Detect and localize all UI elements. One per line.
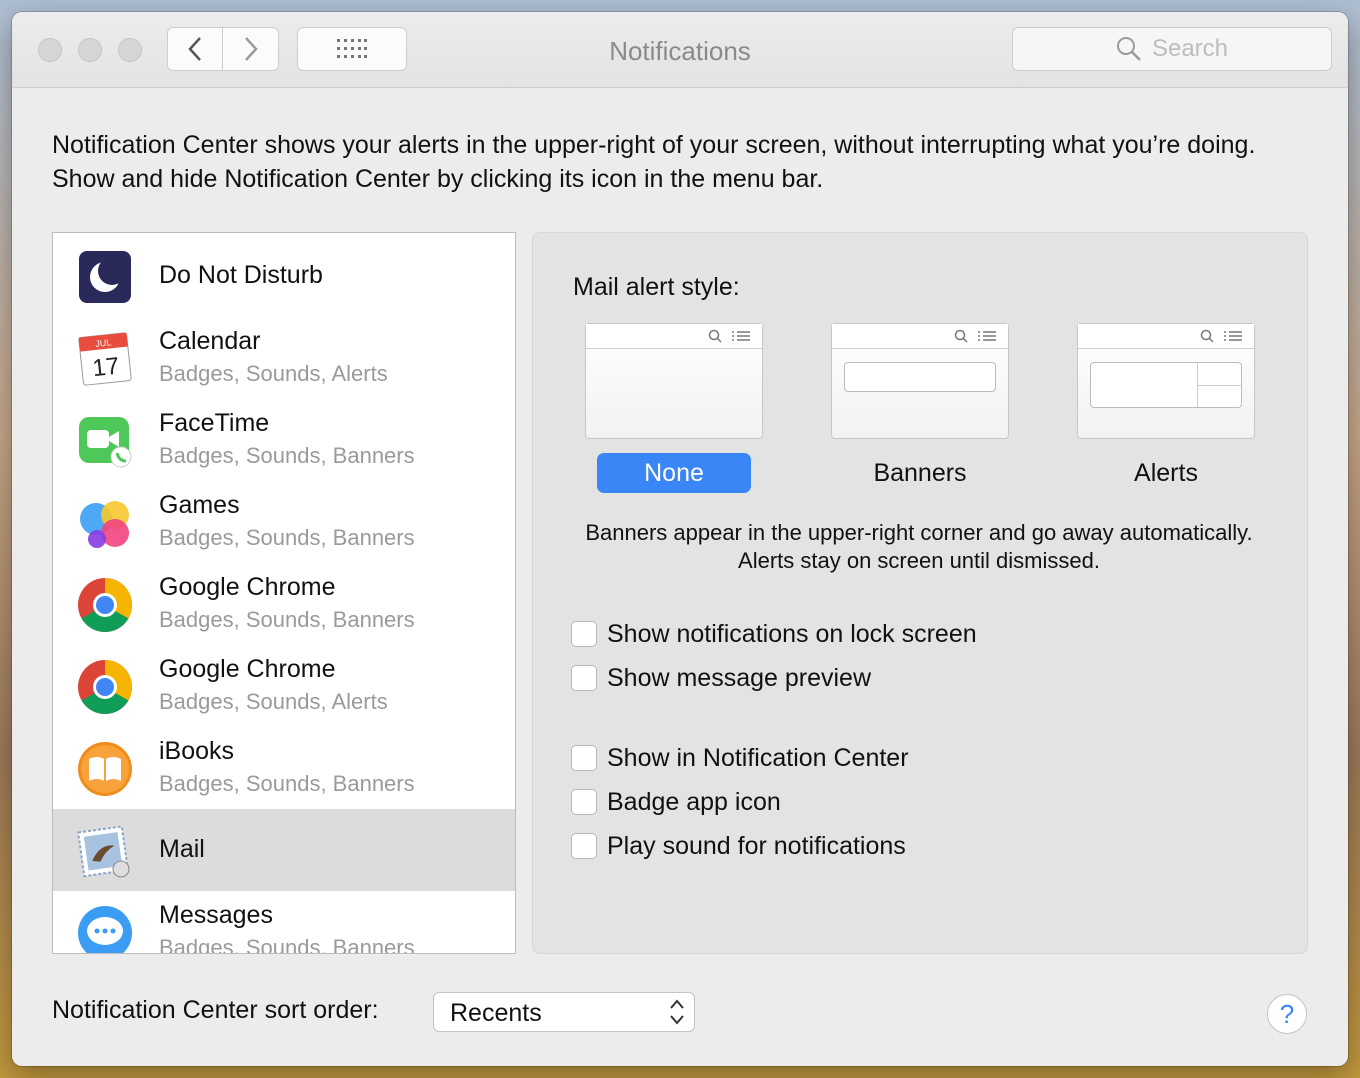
search-field[interactable]: Search: [1012, 27, 1332, 71]
list-icon: [978, 331, 996, 341]
alert-style-label: Mail alert style:: [573, 273, 740, 301]
style-option-alerts[interactable]: Alerts: [1089, 453, 1243, 493]
checkbox-box[interactable]: [571, 621, 597, 647]
list-item-calendar[interactable]: JUL 17 Calendar Badges, Sounds, Alerts: [53, 317, 515, 399]
alerts-style-preview[interactable]: [1077, 323, 1255, 439]
list-icon: [732, 331, 750, 341]
title-bar: Notifications Search: [12, 12, 1348, 88]
list-item-google-chrome[interactable]: Google Chrome Badges, Sounds, Banners: [53, 563, 515, 645]
list-item-mail[interactable]: Mail: [53, 809, 515, 891]
list-item-facetime[interactable]: FaceTime Badges, Sounds, Banners: [53, 399, 515, 481]
list-item-messages[interactable]: Messages Badges, Sounds, Banners: [53, 891, 515, 953]
sort-order-label: Notification Center sort order:: [52, 996, 379, 1024]
checkbox-box[interactable]: [571, 833, 597, 859]
search-icon: [954, 329, 968, 343]
facetime-icon: [79, 417, 132, 468]
calendar-icon: JUL 17: [78, 332, 132, 386]
checkbox-box[interactable]: [571, 745, 597, 771]
svg-text:17: 17: [91, 353, 120, 383]
ibooks-icon: [78, 742, 132, 796]
updown-arrows-icon: [670, 999, 684, 1025]
alert-sample: [1090, 362, 1242, 408]
checkbox-notification-center[interactable]: Show in Notification Center: [571, 743, 909, 773]
list-item-games[interactable]: Games Badges, Sounds, Banners: [53, 481, 515, 563]
app-list[interactable]: Do Not Disturb JUL 17 Calendar Badges, S…: [52, 232, 516, 954]
intro-text: Notification Center shows your alerts in…: [52, 131, 1256, 193]
settings-panel: Mail alert style: None Banners Alerts Ba…: [532, 232, 1308, 954]
preferences-window: Notifications Search Notification Center…: [12, 12, 1348, 1066]
list-item-google-chrome-2[interactable]: Google Chrome Badges, Sounds, Alerts: [53, 645, 515, 727]
search-icon: [708, 329, 722, 343]
list-item-do-not-disturb[interactable]: Do Not Disturb: [53, 235, 515, 317]
moon-icon: [79, 251, 131, 303]
list-item-ibooks[interactable]: iBooks Badges, Sounds, Banners: [53, 727, 515, 809]
sort-order-select[interactable]: Recents: [433, 992, 695, 1032]
messages-icon: [78, 906, 132, 953]
game-center-icon: [80, 501, 129, 548]
style-option-banners[interactable]: Banners: [843, 453, 997, 493]
chrome-icon: [78, 660, 133, 715]
search-placeholder: Search: [1151, 35, 1229, 62]
search-icon: [1200, 329, 1214, 343]
none-style-preview[interactable]: [585, 323, 763, 439]
list-icon: [1224, 331, 1242, 341]
search-icon: [1116, 37, 1141, 61]
checkbox-box[interactable]: [571, 665, 597, 691]
alert-style-description: Banners appear in the upper-right corner…: [585, 520, 1253, 573]
banners-style-preview[interactable]: [831, 323, 1009, 439]
checkbox-message-preview[interactable]: Show message preview: [571, 663, 871, 693]
mail-icon: [77, 825, 130, 878]
checkbox-box[interactable]: [571, 789, 597, 815]
help-button[interactable]: ?: [1267, 994, 1307, 1034]
checkbox-lock-screen[interactable]: Show notifications on lock screen: [571, 619, 977, 649]
svg-text:JUL: JUL: [95, 337, 112, 349]
checkbox-play-sound[interactable]: Play sound for notifications: [571, 831, 906, 861]
chrome-icon: [78, 578, 133, 633]
banner-sample: [844, 362, 996, 392]
checkbox-badge-app-icon[interactable]: Badge app icon: [571, 787, 781, 817]
style-option-none[interactable]: None: [597, 453, 751, 493]
